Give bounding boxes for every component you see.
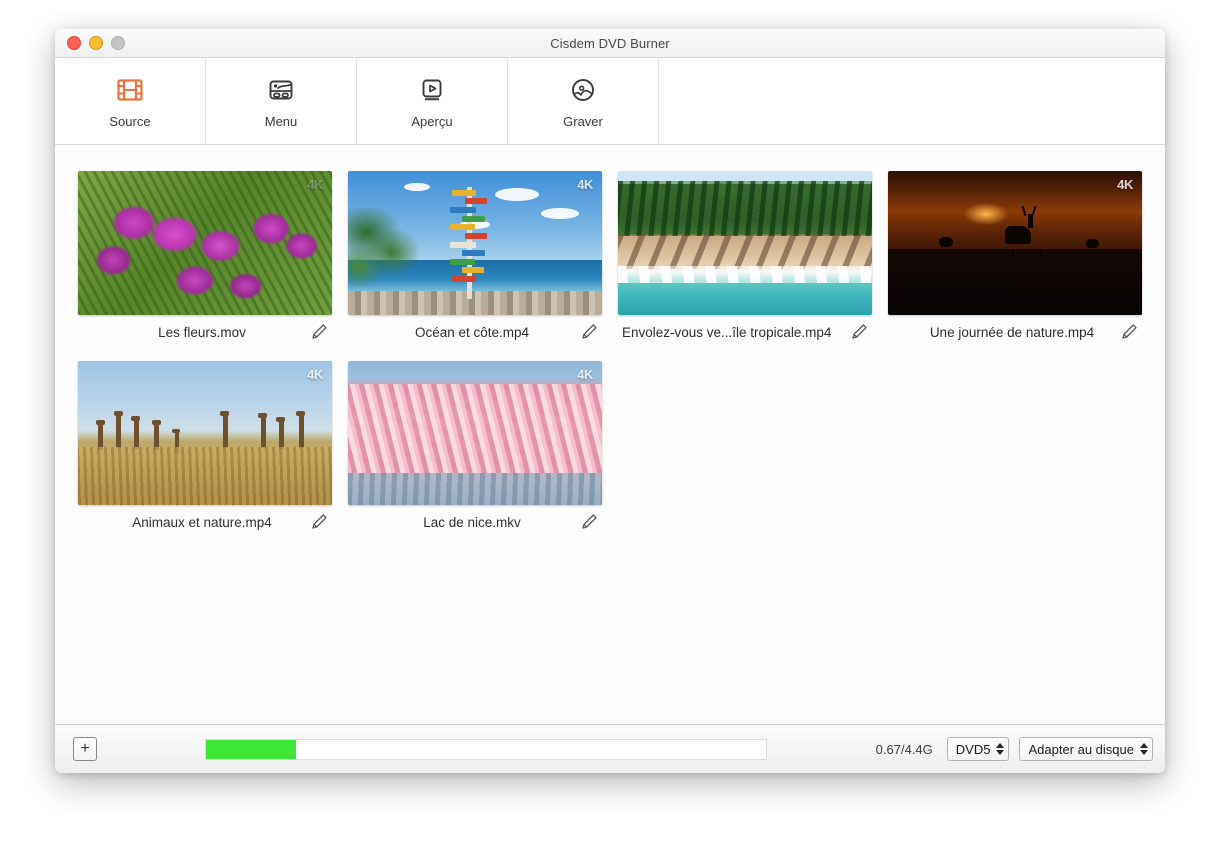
add-file-button[interactable]: + (73, 737, 97, 761)
window-controls (67, 36, 125, 50)
bottom-bar: + 0.67/4.4G DVD5 Adapter au disque (55, 724, 1165, 773)
pencil-icon[interactable] (578, 321, 600, 343)
media-title: Océan et côte.mp4 (350, 325, 578, 340)
capacity-progress-fill (206, 740, 296, 759)
media-grid: 4K Les fleurs.mov (55, 171, 1165, 551)
menu-layout-icon (266, 73, 296, 107)
tab-burn-label: Graver (563, 114, 603, 129)
fit-option-value: Adapter au disque (1028, 742, 1134, 757)
media-item: 4K Les fleurs.mov (78, 171, 348, 349)
tab-menu-label: Menu (265, 114, 298, 129)
tab-source[interactable]: Source (55, 58, 206, 144)
media-thumbnail[interactable]: 4K (888, 171, 1142, 315)
media-thumbnail[interactable]: 4K (78, 361, 332, 505)
media-item: 4K Océan et côte.mp4 (348, 171, 618, 349)
media-caption: Lac de nice.mkv (348, 505, 602, 539)
plus-icon: + (80, 741, 89, 757)
resolution-badge: 4K (577, 367, 593, 382)
resolution-badge: 4K (307, 367, 323, 382)
thumbnail-artwork (78, 171, 332, 315)
pencil-icon[interactable] (1118, 321, 1140, 343)
title-bar: Cisdem DVD Burner (55, 29, 1165, 58)
capacity-progress-bar (205, 739, 767, 760)
pencil-icon[interactable] (578, 511, 600, 533)
resolution-badge: 4K (1117, 177, 1133, 192)
thumbnail-artwork (348, 361, 602, 505)
minimize-button[interactable] (89, 36, 103, 50)
app-window: Cisdem DVD Burner Source (55, 29, 1165, 773)
disc-type-value: DVD5 (956, 742, 991, 757)
media-list-area: 4K Les fleurs.mov (55, 145, 1165, 724)
window-title: Cisdem DVD Burner (55, 36, 1165, 51)
toolbar-empty-area (659, 58, 1165, 144)
tab-preview-label: Aperçu (411, 114, 452, 129)
media-thumbnail[interactable] (618, 171, 872, 315)
thumbnail-artwork (78, 361, 332, 505)
resolution-badge: 4K (307, 177, 323, 192)
pencil-icon[interactable] (848, 321, 870, 343)
media-caption: Océan et côte.mp4 (348, 315, 602, 349)
zoom-button[interactable] (111, 36, 125, 50)
main-toolbar: Source Menu (55, 58, 1165, 145)
tab-menu[interactable]: Menu (206, 58, 357, 144)
media-item: 4K Animaux et nature.mp4 (78, 361, 348, 539)
media-caption: Les fleurs.mov (78, 315, 332, 349)
tab-source-label: Source (109, 114, 150, 129)
media-item: 4K Une journée de nature.mp4 (888, 171, 1158, 349)
media-caption: Envolez-vous ve...île tropicale.mp4 (618, 315, 872, 349)
play-preview-icon (417, 73, 447, 107)
thumbnail-artwork (888, 171, 1142, 315)
disc-burn-icon (568, 73, 598, 107)
film-strip-icon (115, 73, 145, 107)
media-thumbnail[interactable]: 4K (78, 171, 332, 315)
media-title: Envolez-vous ve...île tropicale.mp4 (620, 325, 848, 340)
tab-burn[interactable]: Graver (508, 58, 659, 144)
fit-option-select[interactable]: Adapter au disque (1019, 737, 1153, 761)
capacity-text: 0.67/4.4G (876, 742, 933, 757)
thumbnail-artwork (348, 171, 602, 315)
media-item: 4K Lac de nice.mkv (348, 361, 618, 539)
disc-type-select[interactable]: DVD5 (947, 737, 1010, 761)
pencil-icon[interactable] (308, 321, 330, 343)
media-title: Une journée de nature.mp4 (890, 325, 1118, 340)
tab-preview[interactable]: Aperçu (357, 58, 508, 144)
capacity-meter-wrap (107, 739, 866, 760)
resolution-badge: 4K (577, 177, 593, 192)
close-button[interactable] (67, 36, 81, 50)
media-caption: Animaux et nature.mp4 (78, 505, 332, 539)
media-item: Envolez-vous ve...île tropicale.mp4 (618, 171, 888, 349)
media-title: Lac de nice.mkv (350, 515, 578, 530)
thumbnail-artwork (618, 171, 872, 315)
chevron-updown-icon (996, 743, 1004, 755)
media-thumbnail[interactable]: 4K (348, 171, 602, 315)
chevron-updown-icon (1140, 743, 1148, 755)
media-title: Animaux et nature.mp4 (80, 515, 308, 530)
media-thumbnail[interactable]: 4K (348, 361, 602, 505)
pencil-icon[interactable] (308, 511, 330, 533)
media-title: Les fleurs.mov (80, 325, 308, 340)
media-caption: Une journée de nature.mp4 (888, 315, 1142, 349)
